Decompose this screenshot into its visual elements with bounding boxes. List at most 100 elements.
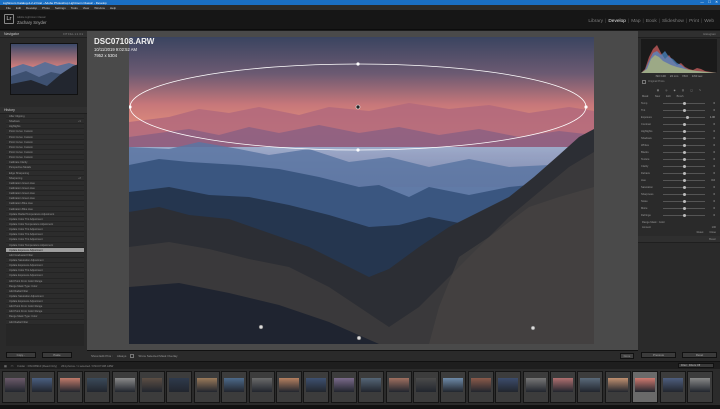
slider-value[interactable]: 0 (714, 102, 715, 105)
filmstrip-thumbnail[interactable] (495, 371, 522, 403)
red-eye-tool-icon[interactable]: ◉ (673, 89, 675, 92)
slider-handle[interactable] (682, 172, 686, 175)
filmstrip-thumbnail[interactable] (56, 371, 83, 403)
filmstrip-thumbnail[interactable] (522, 371, 549, 403)
local-reset-button[interactable]: Reset (697, 231, 704, 234)
filmstrip-thumbnail[interactable] (139, 371, 165, 403)
filmstrip-thumbnail[interactable] (632, 371, 659, 403)
slider-value[interactable]: 0 (714, 144, 715, 147)
filmstrip-thumbnail[interactable] (659, 371, 686, 403)
slider-handle[interactable] (682, 200, 686, 203)
menu-item-tools[interactable]: Tools (71, 6, 78, 10)
slider-value[interactable]: 0 (714, 193, 715, 196)
module-web[interactable]: Web (704, 19, 714, 24)
show-mask-checkbox[interactable] (130, 354, 135, 358)
history-header[interactable]: History (0, 107, 87, 114)
filmstrip-thumbnail[interactable] (111, 371, 138, 403)
slider-value[interactable]: 0 (714, 172, 715, 175)
menu-item-window[interactable]: Window (94, 6, 105, 10)
filmstrip-thumbnail[interactable] (193, 371, 220, 403)
slider-handle[interactable] (685, 116, 689, 119)
slider-value[interactable]: 0 (714, 207, 715, 210)
copy-settings-button[interactable]: Copy... (6, 352, 36, 358)
grid-view-icon[interactable]: ▦ (4, 364, 7, 368)
slider-handle[interactable] (682, 151, 686, 154)
histogram-header[interactable]: Histogram (638, 31, 720, 38)
slider-value[interactable]: 0 (714, 158, 715, 161)
spot-removal-tool-icon[interactable]: ◎ (665, 89, 667, 92)
filmstrip-thumbnail[interactable] (248, 371, 275, 403)
slider-hue[interactable]: Hue 0.0 (641, 177, 717, 184)
slider-clarity[interactable]: Clarity 0 (641, 163, 717, 170)
range-mask-row[interactable]: Range Mask : Color (642, 221, 716, 224)
slider-handle[interactable] (682, 193, 686, 196)
filmstrip-thumbnail[interactable] (604, 371, 631, 403)
slider-value[interactable]: 0 (714, 109, 715, 112)
filmstrip-thumbnail[interactable] (687, 371, 713, 403)
slider-handle[interactable] (682, 109, 686, 112)
slider-value[interactable]: 0 (714, 200, 715, 203)
slider-handle[interactable] (682, 165, 686, 168)
slider-track[interactable] (663, 117, 705, 118)
slider-contrast[interactable]: Contrast 0 (641, 121, 717, 128)
slider-sharpness[interactable]: Sharpness 0 (641, 191, 717, 198)
filmstrip-thumbnail[interactable] (330, 371, 357, 403)
filmstrip-thumbnail[interactable] (385, 371, 412, 403)
reset-button[interactable]: Reset (682, 352, 717, 358)
slider-handle[interactable] (682, 137, 686, 140)
slider-blacks[interactable]: Blacks 0 (641, 149, 717, 156)
filmstrip-thumbnail[interactable] (577, 371, 604, 403)
filmstrip-thumbnail[interactable] (84, 371, 111, 403)
navigator-preview[interactable] (10, 43, 78, 95)
mask-new-button[interactable]: New (655, 95, 660, 98)
filmstrip-thumbnail[interactable] (303, 371, 330, 403)
slider-saturation[interactable]: Saturation 0 (641, 184, 717, 191)
histogram[interactable] (641, 39, 717, 73)
filmstrip-thumbnail[interactable] (358, 371, 385, 403)
menu-item-photo[interactable]: Photo (42, 6, 50, 10)
slider-value[interactable]: 0 (714, 137, 715, 140)
module-book[interactable]: Book (646, 19, 657, 24)
filmstrip-thumbnail[interactable] (29, 371, 56, 403)
slider-dehaze[interactable]: Dehaze 0 (641, 170, 717, 177)
slider-shadows[interactable]: Shadows 0 (641, 135, 717, 142)
menu-item-file[interactable]: File (6, 6, 11, 10)
menu-item-develop[interactable]: Develop (26, 6, 37, 10)
slider-handle[interactable] (682, 214, 686, 217)
adjustment-brush-tool-icon[interactable]: ✎ (699, 89, 701, 92)
slider-handle[interactable] (682, 207, 686, 210)
basic-panel-header[interactable]: Basic (638, 236, 720, 243)
slider-highlights[interactable]: Highlights 0 (641, 128, 717, 135)
module-library[interactable]: Library (588, 19, 603, 24)
menu-item-view[interactable]: View (83, 6, 89, 10)
slider-value[interactable]: 0 (714, 186, 715, 189)
menu-item-edit[interactable]: Edit (16, 6, 21, 10)
crop-tool-icon[interactable]: ▦ (657, 89, 659, 92)
filmstrip-thumbnail[interactable] (2, 371, 28, 403)
module-map[interactable]: Map (631, 19, 640, 24)
module-slideshow[interactable]: Slideshow (662, 19, 684, 24)
filmstrip-thumbnail[interactable] (221, 371, 248, 403)
loupe-view-icon[interactable]: ▭ (11, 364, 14, 368)
previous-button[interactable]: Previous (641, 352, 676, 358)
module-develop[interactable]: Develop (608, 19, 626, 24)
navigator-zoom-options[interactable]: FIT FILL 1:1 3:1 (63, 32, 83, 36)
mask-brush-button[interactable]: Brush (677, 95, 684, 98)
filmstrip-thumbnail[interactable] (467, 371, 494, 403)
menu-item-help[interactable]: Help (110, 6, 116, 10)
slider-texture[interactable]: Texture 0 (641, 156, 717, 163)
filmstrip-thumbnail[interactable] (276, 371, 302, 403)
original-photo-checkbox[interactable] (642, 80, 646, 84)
mask-edit-button[interactable]: Edit (666, 95, 670, 98)
slider-handle[interactable] (682, 144, 686, 147)
module-print[interactable]: Print (689, 19, 699, 24)
slider-handle[interactable] (682, 186, 686, 189)
slider-value[interactable]: 0 (714, 151, 715, 154)
slider-whites[interactable]: Whites 0 (641, 142, 717, 149)
slider-exposure[interactable]: Exposure 1.06 (641, 114, 717, 121)
slider-noise[interactable]: Noise 0 (641, 198, 717, 205)
slider-defringe[interactable]: Defringe 0 (641, 212, 717, 219)
slider-handle[interactable] (682, 158, 686, 161)
navigator-header[interactable]: Navigator FIT FILL 1:1 3:1 (0, 31, 87, 38)
local-close-button[interactable]: Close (709, 231, 716, 234)
